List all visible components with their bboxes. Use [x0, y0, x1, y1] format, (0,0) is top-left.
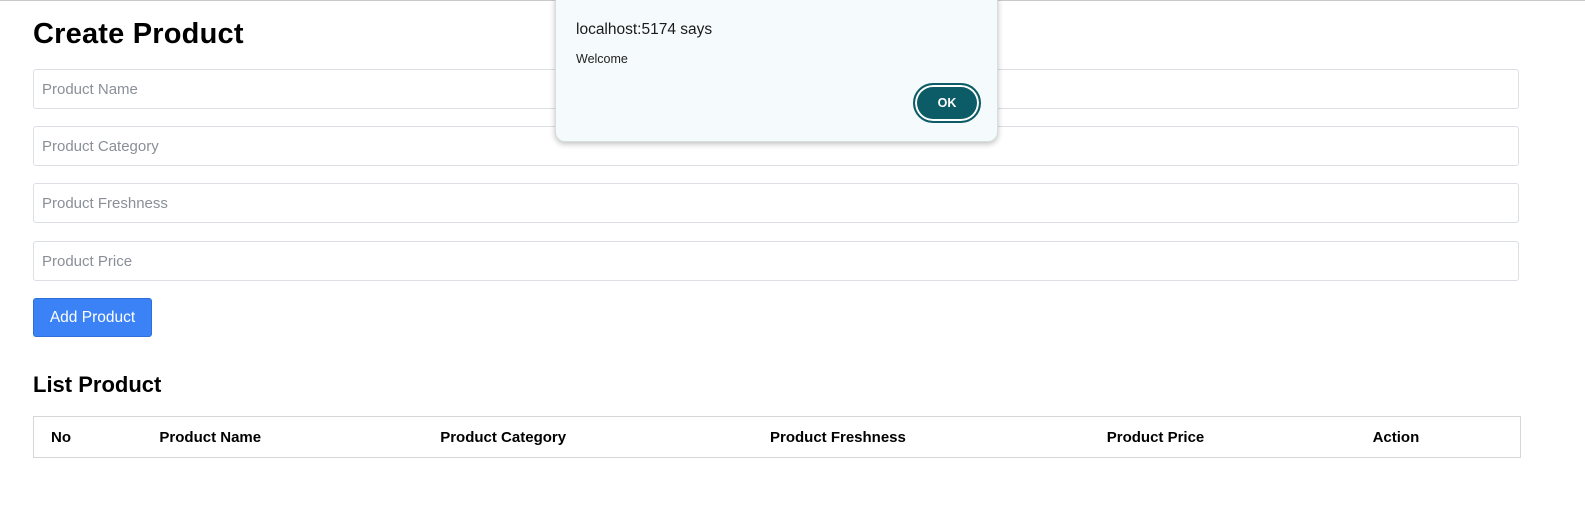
add-product-button[interactable]: Add Product: [33, 298, 152, 337]
alert-title: localhost:5174 says: [576, 21, 713, 38]
alert-message: Welcome: [576, 52, 628, 66]
create-product-title: Create Product: [33, 18, 244, 50]
column-header-product-price: Product Price: [1106, 428, 1205, 446]
list-product-title: List Product: [33, 372, 162, 397]
product-freshness-input[interactable]: [33, 183, 1519, 223]
column-header-product-category: Product Category: [440, 428, 567, 446]
column-header-product-freshness: Product Freshness: [769, 428, 906, 446]
column-header-product-name: Product Name: [159, 428, 262, 446]
column-header-action: Action: [1372, 428, 1420, 446]
table-header-row: No Product Name Product Category Product…: [34, 417, 1521, 458]
product-price-input[interactable]: [33, 241, 1519, 281]
alert-dialog: localhost:5174 says Welcome OK: [555, 0, 998, 142]
column-header-no: No: [51, 428, 71, 446]
ok-button[interactable]: OK: [913, 83, 981, 123]
product-table: No Product Name Product Category Product…: [33, 416, 1521, 458]
